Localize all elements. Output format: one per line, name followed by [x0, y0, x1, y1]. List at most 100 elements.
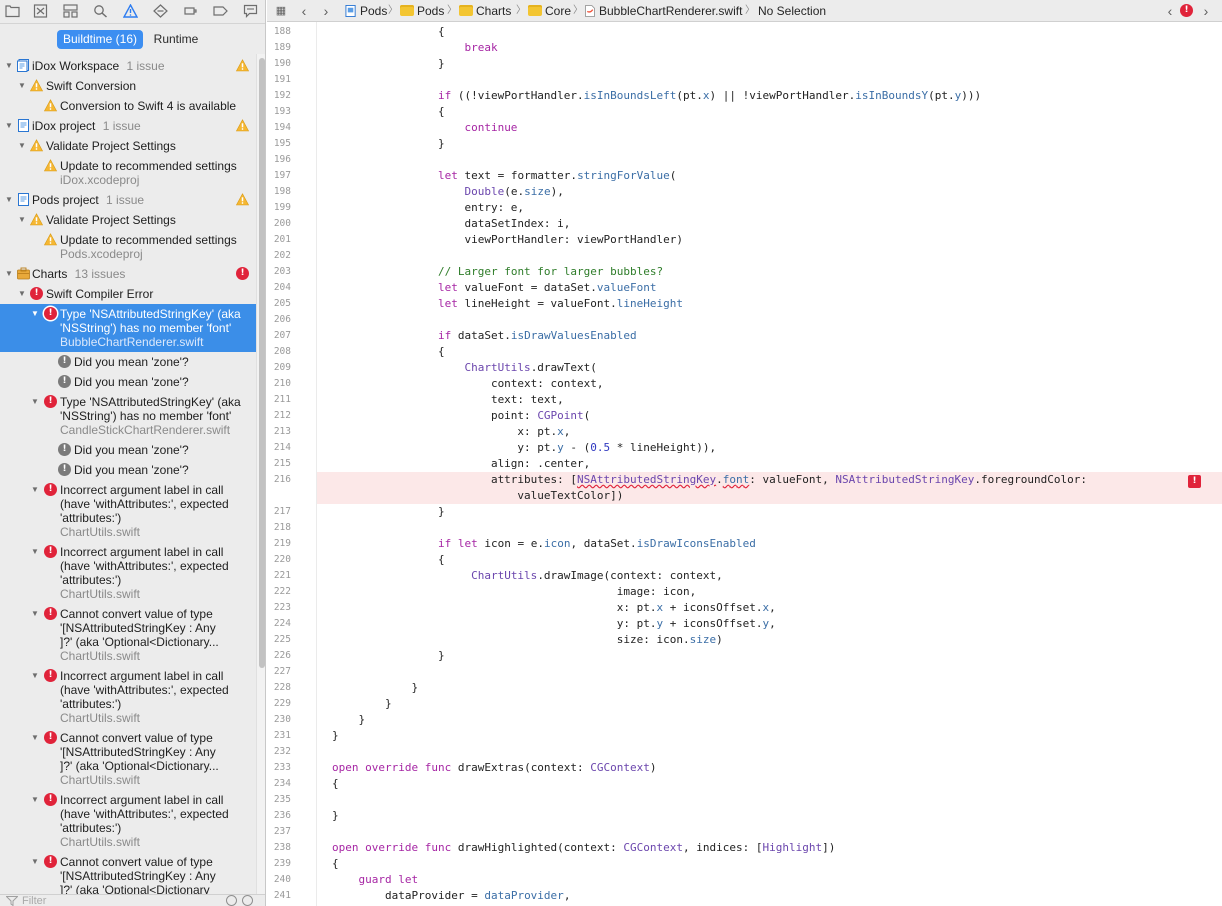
issue-row[interactable]: Update to recommended settings Pods.xcode…: [0, 230, 256, 264]
code-line[interactable]: }: [332, 136, 445, 152]
disclosure-triangle-icon[interactable]: ▼: [17, 215, 27, 225]
code-line[interactable]: attributes: [NSAttributedStringKey.font:…: [332, 472, 1087, 488]
breadcrumb-selection[interactable]: No Selection: [758, 3, 826, 19]
previous-issue-button[interactable]: ‹: [1162, 2, 1178, 20]
forward-button[interactable]: ›: [318, 2, 334, 20]
code-line[interactable]: point: CGPoint(: [332, 408, 590, 424]
code-line[interactable]: text: text,: [332, 392, 564, 408]
code-line[interactable]: ChartUtils.drawText(: [332, 360, 596, 376]
breadcrumb-pods-group[interactable]: Pods: [400, 3, 444, 19]
code-line[interactable]: }: [332, 696, 392, 712]
filter-warnings-toggle[interactable]: [226, 895, 237, 906]
code-line[interactable]: if ((!viewPortHandler.isInBoundsLeft(pt.…: [332, 88, 981, 104]
issue-row[interactable]: ▼! Incorrect argument label in call (have …: [0, 542, 256, 604]
disclosure-triangle-icon[interactable]: ▼: [17, 81, 27, 91]
code-line[interactable]: if dataSet.isDrawValuesEnabled: [332, 328, 637, 344]
filter-input[interactable]: Filter: [22, 896, 46, 906]
breakpoint-navigator-icon[interactable]: [211, 3, 229, 19]
issue-row[interactable]: ▼! Incorrect argument label in call (have …: [0, 790, 256, 852]
inline-error-icon[interactable]: !: [1188, 475, 1201, 488]
code-line[interactable]: continue: [332, 120, 517, 136]
code-line[interactable]: // Larger font for larger bubbles?: [332, 264, 663, 280]
filter-recent-toggle[interactable]: [242, 895, 253, 906]
code-line[interactable]: }: [332, 648, 445, 664]
issue-group-row[interactable]: ▼ iDox project 1 issue: [0, 116, 256, 136]
code-line[interactable]: }: [332, 728, 339, 744]
code-line[interactable]: if let icon = e.icon, dataSet.isDrawIcon…: [332, 536, 756, 552]
symbol-navigator-icon[interactable]: [61, 3, 79, 19]
buildtime-tab[interactable]: Buildtime (16): [57, 30, 143, 49]
disclosure-triangle-icon[interactable]: ▼: [30, 309, 40, 319]
source-editor[interactable]: 188 189 190 191 192 193 194 195 196 197 198 199 200 2…: [267, 22, 1222, 906]
report-navigator-icon[interactable]: [241, 3, 259, 19]
code-line[interactable]: ChartUtils.drawImage(context: context,: [332, 568, 723, 584]
disclosure-triangle-icon[interactable]: ▼: [17, 289, 27, 299]
issue-navigator-icon[interactable]: [121, 3, 139, 19]
issue-category-row[interactable]: ▼ Validate Project Settings: [0, 210, 256, 230]
disclosure-triangle-icon[interactable]: ▼: [30, 547, 40, 557]
issue-row[interactable]: ▼! Incorrect argument label in call (have …: [0, 480, 256, 542]
issue-row[interactable]: ▼! Type 'NSAttributedStringKey' (aka 'NSSt…: [0, 392, 256, 440]
code-line[interactable]: dataSetIndex: i,: [332, 216, 570, 232]
code-line[interactable]: break: [332, 40, 497, 56]
code-line[interactable]: guard let: [332, 872, 419, 888]
disclosure-triangle-icon[interactable]: ▼: [4, 121, 14, 131]
code-line[interactable]: dataProvider = dataProvider,: [332, 888, 570, 904]
issue-row[interactable]: Conversion to Swift 4 is available: [0, 96, 256, 116]
code-line[interactable]: {: [332, 552, 445, 568]
disclosure-triangle-icon[interactable]: ▼: [4, 195, 14, 205]
code-line[interactable]: {: [332, 776, 339, 792]
disclosure-triangle-icon[interactable]: ▼: [30, 609, 40, 619]
issue-note-row[interactable]: ! Did you mean 'zone'?: [0, 460, 256, 480]
code-line[interactable]: align: .center,: [332, 456, 590, 472]
related-items-icon[interactable]: ▦: [273, 2, 289, 20]
issue-row[interactable]: ▼! Incorrect argument label in call (have …: [0, 666, 256, 728]
code-line[interactable]: }: [332, 680, 418, 696]
find-navigator-icon[interactable]: [91, 3, 109, 19]
code-line[interactable]: {: [332, 856, 339, 872]
code-line[interactable]: x: pt.x + iconsOffset.x,: [332, 600, 776, 616]
next-issue-button[interactable]: ›: [1198, 2, 1214, 20]
issue-row[interactable]: ▼! Cannot convert value of type '[NSAttrib…: [0, 728, 256, 790]
breadcrumb-charts[interactable]: Charts: [459, 3, 511, 19]
breadcrumb-file[interactable]: BubbleChartRenderer.swift: [585, 3, 742, 19]
runtime-tab[interactable]: Runtime: [148, 30, 204, 49]
disclosure-triangle-icon[interactable]: ▼: [4, 61, 14, 71]
code-line[interactable]: y: pt.y - (0.5 * lineHeight)),: [332, 440, 716, 456]
issue-group-row[interactable]: ▼ iDox Workspace 1 issue: [0, 56, 256, 76]
code-line[interactable]: Double(e.size),: [332, 184, 563, 200]
issue-row[interactable]: ▼! Type 'NSAttributedStringKey' (aka 'NSSt…: [0, 304, 256, 352]
disclosure-triangle-icon[interactable]: ▼: [30, 485, 40, 495]
issue-group-row[interactable]: ▼ Pods project 1 issue: [0, 190, 256, 210]
code-line[interactable]: let valueFont = dataSet.valueFont: [332, 280, 657, 296]
code-line[interactable]: viewPortHandler: viewPortHandler): [332, 232, 683, 248]
code-line[interactable]: }: [332, 712, 365, 728]
back-button[interactable]: ‹: [296, 2, 312, 20]
code-line[interactable]: x: pt.x,: [332, 424, 570, 440]
code-line[interactable]: y: pt.y + iconsOffset.y,: [332, 616, 776, 632]
code-line[interactable]: let text = formatter.stringForValue(: [332, 168, 676, 184]
issue-note-row[interactable]: ! Did you mean 'zone'?: [0, 372, 256, 392]
code-line[interactable]: {: [332, 24, 445, 40]
error-indicator-icon[interactable]: !: [1180, 4, 1193, 17]
disclosure-triangle-icon[interactable]: ▼: [30, 397, 40, 407]
disclosure-triangle-icon[interactable]: ▼: [30, 671, 40, 681]
disclosure-triangle-icon[interactable]: ▼: [17, 141, 27, 151]
project-navigator-icon[interactable]: [3, 3, 21, 19]
breadcrumb-pods-project[interactable]: Pods: [345, 3, 387, 19]
source-control-navigator-icon[interactable]: [31, 3, 49, 19]
code-line[interactable]: }: [332, 808, 339, 824]
breadcrumb-core[interactable]: Core: [528, 3, 571, 19]
code-line[interactable]: let lineHeight = valueFont.lineHeight: [332, 296, 683, 312]
code-line[interactable]: entry: e,: [332, 200, 524, 216]
code-line[interactable]: }: [332, 56, 445, 72]
issue-row[interactable]: Update to recommended settings iDox.xcode…: [0, 156, 256, 190]
disclosure-triangle-icon[interactable]: ▼: [30, 857, 40, 867]
issue-category-row[interactable]: ▼! Swift Compiler Error: [0, 284, 256, 304]
issue-row[interactable]: ▼! Cannot convert value of type '[NSAttrib…: [0, 852, 256, 894]
code-line[interactable]: {: [332, 104, 445, 120]
code-line[interactable]: context: context,: [332, 376, 604, 392]
code-line[interactable]: valueTextColor]): [332, 488, 623, 504]
navigator-scrollbar[interactable]: [256, 54, 265, 894]
issue-category-row[interactable]: ▼ Swift Conversion: [0, 76, 256, 96]
